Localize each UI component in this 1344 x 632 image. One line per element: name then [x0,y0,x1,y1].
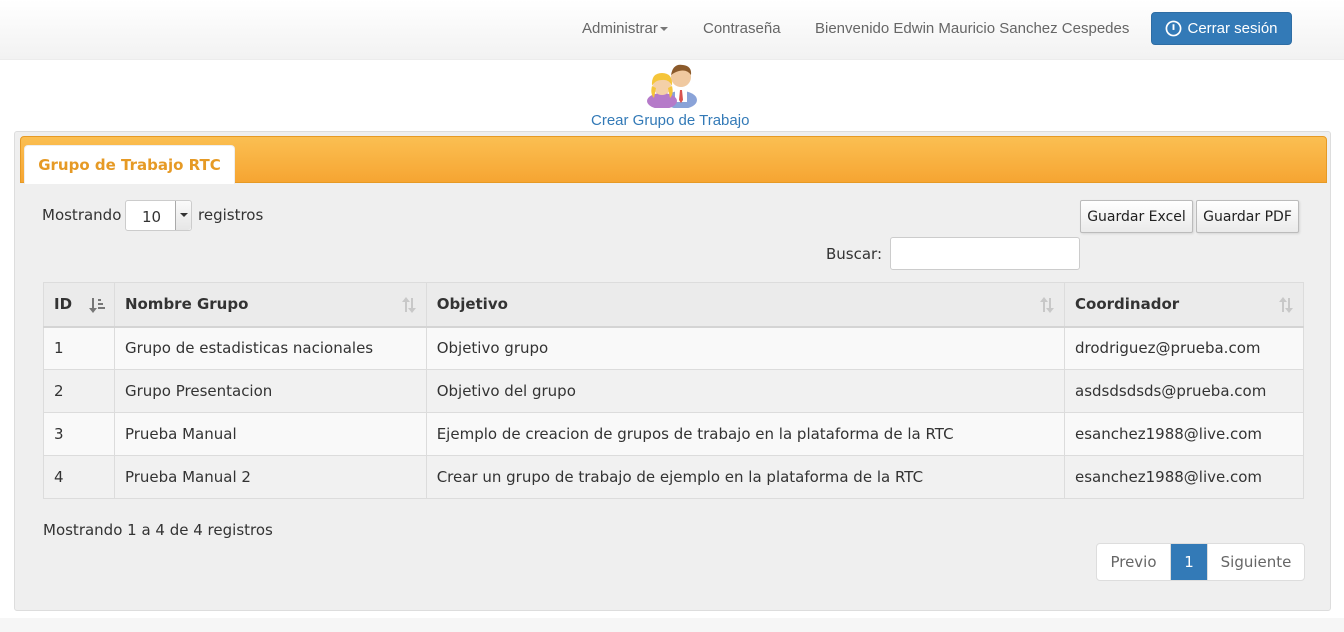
cell-coordinator: esanchez1988@live.com [1064,455,1304,499]
table-info-text: Mostrando 1 a 4 de 4 registros [43,521,273,539]
cell-coordinator: asdsdsdsds@prueba.com [1064,369,1304,413]
cell-id: 1 [43,326,115,370]
column-header-objective[interactable]: Objetivo [425,282,1066,328]
length-suffix-label: registros [198,206,264,224]
pagination-next[interactable]: Siguiente [1207,544,1304,580]
logout-button[interactable]: Cerrar sesión [1151,12,1292,45]
create-group-link[interactable]: Crear Grupo de Trabajo [591,112,749,129]
cell-id: 4 [43,455,115,499]
page-length-value: 10 [142,208,162,226]
search-input[interactable] [890,237,1080,270]
table-row[interactable]: 2 Grupo Presentacion Objetivo del grupo … [43,369,1304,413]
welcome-user-link[interactable]: Bienvenido Edwin Mauricio Sanchez Cesped… [815,20,1129,37]
table-row[interactable]: 4 Prueba Manual 2 Crear un grupo de trab… [43,455,1304,499]
table-row[interactable]: 1 Grupo de estadisticas nacionales Objet… [43,326,1304,370]
cell-name: Prueba Manual [113,412,427,456]
save-pdf-button[interactable]: Guardar PDF [1196,200,1299,233]
cell-coordinator: esanchez1988@live.com [1064,412,1304,456]
column-header-id[interactable]: ID [43,282,115,328]
chevron-down-icon [175,201,191,230]
caret-down-icon [659,27,668,32]
admin-menu-label: Administrar [582,20,658,37]
cell-id: 3 [43,412,115,456]
cell-objective: Ejemplo de creacion de grupos de trabajo… [425,412,1066,456]
column-header-coordinator[interactable]: Coordinador [1064,282,1304,328]
length-prefix-label: Mostrando [42,206,122,224]
power-icon [1166,20,1182,37]
logout-label: Cerrar sesión [1187,20,1278,37]
cell-objective: Objetivo grupo [425,326,1066,370]
column-header-label: Coordinador [1075,295,1180,314]
work-group-panel: Grupo de Trabajo RTC Mostrando 10 regist… [14,131,1331,611]
pagination-page-1[interactable]: 1 [1170,544,1207,580]
admin-menu[interactable]: Administrar [582,20,668,37]
column-header-label: Nombre Grupo [124,295,249,314]
sort-both-icon [1040,297,1055,313]
table-row[interactable]: 3 Prueba Manual Ejemplo de creacion de g… [43,412,1304,456]
cell-objective: Crear un grupo de trabajo de ejemplo en … [425,455,1066,499]
groups-table: ID Nombre Grupo Objetivo Coordinador 1 G… [43,282,1304,499]
save-excel-button[interactable]: Guardar Excel [1080,200,1193,233]
pagination: Previo 1 Siguiente [1096,543,1305,581]
users-group-icon[interactable] [645,60,701,108]
column-header-label: ID [54,295,73,314]
cell-coordinator: drodriguez@prueba.com [1064,326,1304,370]
page-footer-strip [0,618,1344,632]
search-label: Buscar: [826,245,883,263]
sort-asc-icon [88,298,105,313]
cell-objective: Objetivo del grupo [425,369,1066,413]
table-header-row: ID Nombre Grupo Objetivo Coordinador [43,282,1304,328]
sort-both-icon [1279,297,1293,313]
password-link[interactable]: Contraseña [703,20,781,37]
cell-id: 2 [43,369,115,413]
cell-name: Prueba Manual 2 [113,455,427,499]
column-header-name[interactable]: Nombre Grupo [113,282,427,328]
pagination-previous[interactable]: Previo [1097,544,1170,580]
column-header-label: Objetivo [436,295,508,314]
sort-both-icon [401,297,416,313]
panel-tab-bar: Grupo de Trabajo RTC [20,136,1327,184]
cell-name: Grupo Presentacion [113,369,427,413]
tab-work-group-rtc[interactable]: Grupo de Trabajo RTC [24,145,235,184]
page-length-select[interactable]: 10 [125,200,192,231]
top-navbar: Administrar Contraseña Bienvenido Edwin … [0,0,1344,60]
cell-name: Grupo de estadisticas nacionales [113,326,427,370]
